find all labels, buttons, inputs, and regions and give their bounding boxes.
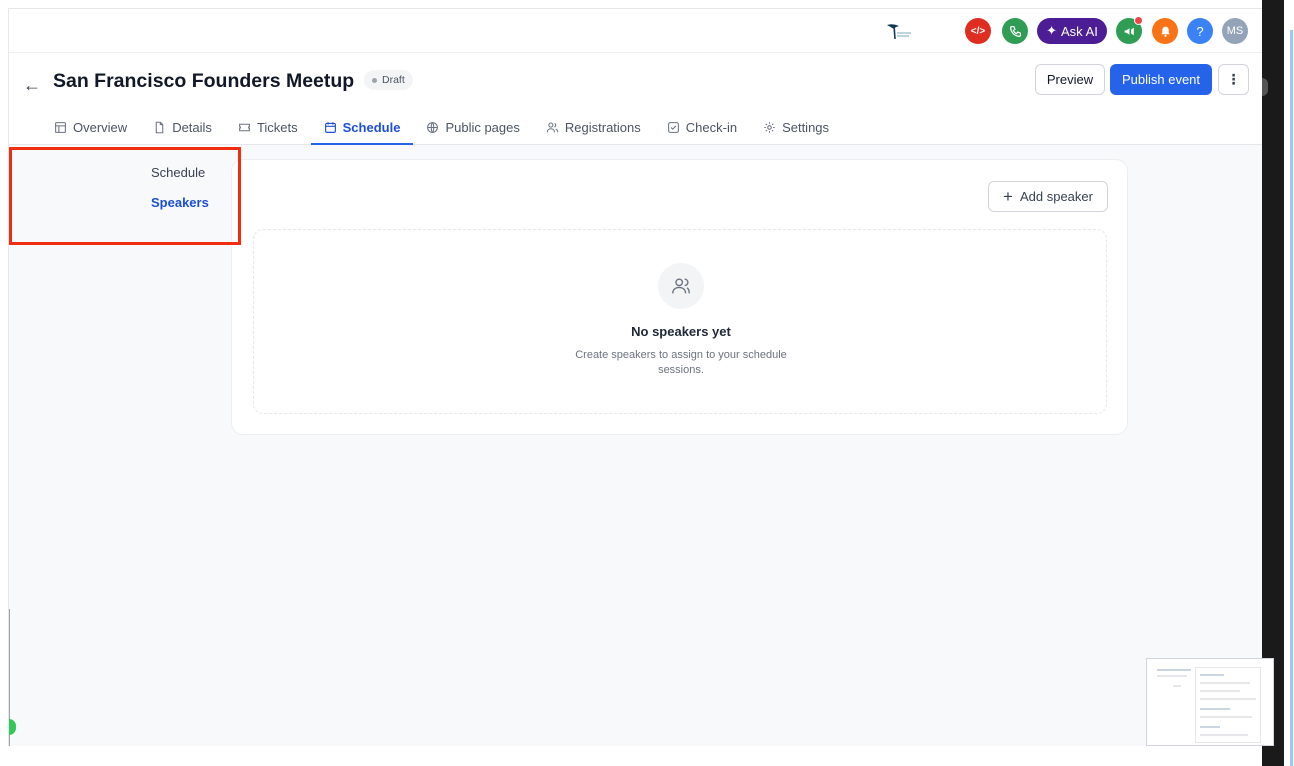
ask-ai-button[interactable]: ✦ Ask AI: [1037, 18, 1107, 44]
status-dot: [372, 77, 377, 83]
preview-button[interactable]: Preview: [1035, 64, 1105, 95]
plus-icon: +: [1003, 187, 1013, 206]
tab-label: Settings: [782, 119, 830, 135]
preview-thumbnail[interactable]: [1146, 658, 1274, 746]
check-square-icon: [667, 121, 679, 133]
event-header: ← San Francisco Founders Meetup Draft Pr…: [9, 53, 1262, 145]
ask-ai-label: Ask AI: [1061, 23, 1098, 39]
page-title: San Francisco Founders Meetup: [53, 70, 355, 92]
avatar[interactable]: MS: [1222, 18, 1248, 44]
outer-edge: [1284, 0, 1294, 766]
bell-icon[interactable]: [1152, 18, 1178, 44]
add-speaker-label: Add speaker: [1019, 189, 1093, 204]
users-icon: [658, 263, 704, 309]
file-icon: [155, 121, 164, 133]
tab-label: Registrations: [564, 119, 641, 135]
sparkle-icon: ✦: [1046, 23, 1058, 38]
empty-state-title: No speakers yet: [631, 324, 731, 339]
tab-check-in[interactable]: Check-in: [654, 111, 750, 145]
empty-state-description: Create speakers to assign to your schedu…: [575, 349, 787, 376]
tab-tickets[interactable]: Tickets: [225, 111, 311, 145]
tab-public-pages[interactable]: Public pages: [413, 111, 532, 145]
tab-overview[interactable]: Overview: [41, 111, 140, 145]
layout-icon: [55, 121, 66, 133]
tab-label: Check-in: [685, 119, 738, 135]
back-arrow-icon[interactable]: ←: [23, 75, 41, 96]
focus-line: [1290, 30, 1293, 766]
tab-schedule[interactable]: Schedule: [310, 111, 414, 145]
tab-registrations[interactable]: Registrations: [533, 111, 654, 145]
app-frame: </> ✦ Ask AI ? MS ← San Francisco Founde…: [8, 8, 1262, 746]
users-icon: [546, 122, 559, 132]
empty-state: No speakers yet Create speakers to assig…: [253, 229, 1107, 414]
logo-icon: [887, 24, 911, 40]
status-badge: Draft: [364, 70, 413, 90]
gear-icon: [764, 121, 775, 133]
tab-details[interactable]: Details: [140, 111, 225, 145]
highlight-box: [9, 147, 241, 245]
phone-icon[interactable]: [1002, 18, 1028, 44]
window-edge: [1256, 0, 1284, 766]
calendar-icon: [324, 121, 336, 133]
more-options-icon[interactable]: ⋮: [1218, 64, 1249, 95]
tab-label: Schedule: [342, 119, 401, 135]
tab-label: Details: [172, 119, 212, 135]
add-speaker-button[interactable]: + Add speaker: [988, 181, 1108, 212]
topbar: </> ✦ Ask AI ? MS: [9, 9, 1262, 53]
publish-event-button[interactable]: Publish event: [1110, 64, 1212, 95]
speakers-panel: + Add speaker No speakers yet Create spe…: [231, 159, 1128, 435]
tab-bar: Overview Details Tickets Schedule Public…: [41, 111, 842, 145]
ticket-icon: [239, 123, 250, 131]
tab-settings[interactable]: Settings: [750, 111, 842, 145]
status-badge-label: Draft: [382, 74, 405, 86]
announcement-icon[interactable]: [1116, 16, 1143, 44]
thumbnail-pane: [1195, 667, 1261, 743]
globe-icon: [427, 121, 439, 133]
help-button[interactable]: ?: [1187, 18, 1213, 44]
tab-label: Public pages: [445, 119, 520, 135]
status-indicator: [9, 719, 16, 735]
code-icon[interactable]: </>: [965, 18, 991, 44]
tab-label: Tickets: [256, 119, 298, 135]
tab-label: Overview: [73, 119, 128, 135]
notification-dot: [1134, 16, 1143, 25]
